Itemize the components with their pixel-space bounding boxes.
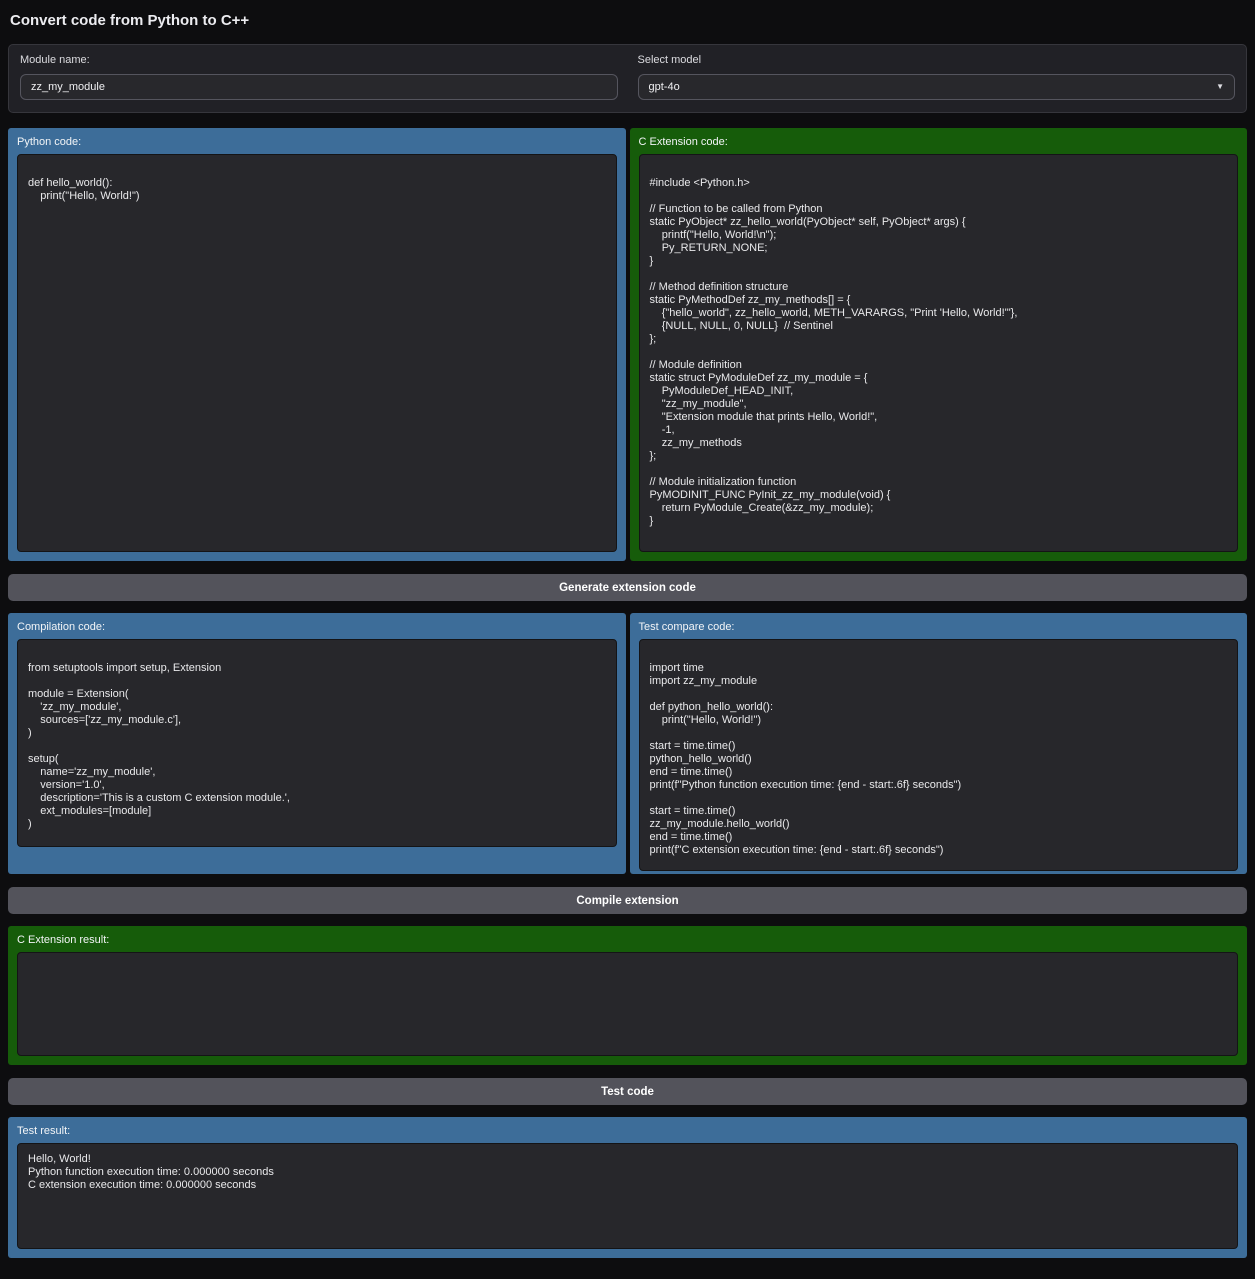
- compile-extension-button[interactable]: Compile extension: [8, 887, 1247, 914]
- python-code-label: Python code:: [17, 136, 617, 148]
- module-name-label: Module name:: [20, 54, 618, 66]
- compilation-code-label: Compilation code:: [17, 621, 617, 633]
- compilation-code-panel: Compilation code: from setuptools import…: [8, 613, 626, 874]
- code-row: Python code: def hello_world(): print("H…: [8, 128, 1247, 561]
- model-dropdown-value: gpt-4o: [649, 81, 680, 93]
- c-extension-code-textarea[interactable]: #include <Python.h> // Function to be ca…: [639, 154, 1239, 552]
- c-extension-code-panel: C Extension code: #include <Python.h> //…: [630, 128, 1248, 561]
- test-result-label: Test result:: [17, 1125, 1238, 1137]
- test-code-button[interactable]: Test code: [8, 1078, 1247, 1105]
- c-extension-result-textarea[interactable]: [17, 952, 1238, 1056]
- model-dropdown[interactable]: gpt-4o ▼: [638, 74, 1236, 100]
- test-compare-code-panel: Test compare code: import time import zz…: [630, 613, 1248, 874]
- module-name-group: Module name:: [20, 54, 618, 100]
- module-name-input[interactable]: [20, 74, 618, 100]
- python-code-textarea[interactable]: def hello_world(): print("Hello, World!"…: [17, 154, 617, 552]
- test-compare-code-textarea[interactable]: import time import zz_my_module def pyth…: [639, 639, 1239, 871]
- c-extension-result-label: C Extension result:: [17, 934, 1238, 946]
- model-group: Select model gpt-4o ▼: [638, 54, 1236, 100]
- c-extension-code-label: C Extension code:: [639, 136, 1239, 148]
- chevron-down-icon: ▼: [1216, 83, 1224, 91]
- test-compare-code-label: Test compare code:: [639, 621, 1239, 633]
- c-extension-result-panel: C Extension result:: [8, 926, 1247, 1065]
- compilation-code-textarea[interactable]: from setuptools import setup, Extension …: [17, 639, 617, 847]
- model-label: Select model: [638, 54, 1236, 66]
- config-panel: Module name: Select model gpt-4o ▼: [8, 44, 1247, 113]
- app: Convert code from Python to C++ Module n…: [8, 12, 1247, 1258]
- page-title: Convert code from Python to C++: [10, 12, 1247, 29]
- test-result-textarea[interactable]: Hello, World! Python function execution …: [17, 1143, 1238, 1249]
- compile-test-row: Compilation code: from setuptools import…: [8, 613, 1247, 874]
- test-result-panel: Test result: Hello, World! Python functi…: [8, 1117, 1247, 1258]
- generate-extension-code-button[interactable]: Generate extension code: [8, 574, 1247, 601]
- python-code-panel: Python code: def hello_world(): print("H…: [8, 128, 626, 561]
